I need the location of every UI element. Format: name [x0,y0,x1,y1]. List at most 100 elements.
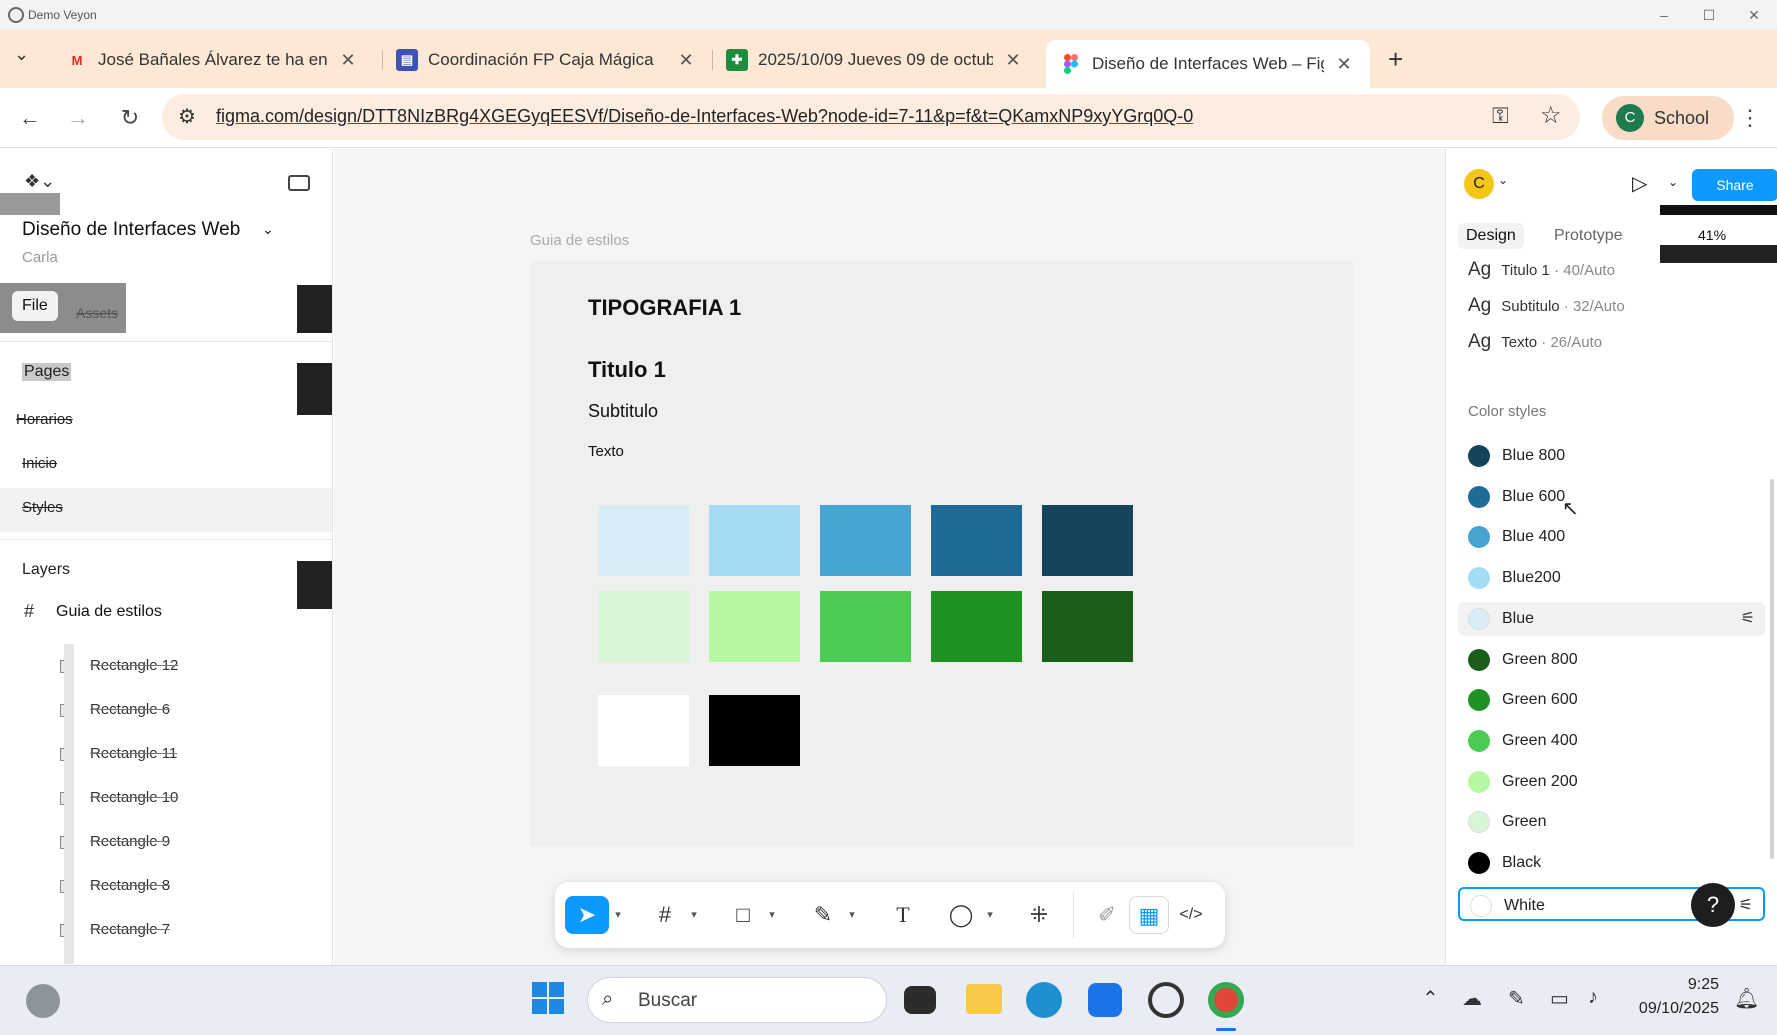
user-avatar[interactable]: C [1464,169,1494,199]
reload-icon[interactable]: ↻ [114,102,146,134]
tab-close-icon[interactable]: ✕ [1001,50,1025,71]
color-style-row[interactable]: Black [1458,846,1765,880]
clock-date[interactable]: 09/10/2025 [1639,1000,1719,1018]
maximize-icon[interactable]: ☐ [1697,4,1721,26]
color-swatch[interactable] [598,505,689,576]
layer-row[interactable]: Rectangle 9 [0,820,332,864]
text-style-row[interactable]: Ag Subtitulo · 32/Auto [1468,295,1625,317]
pen-tool-caret-icon[interactable]: ▾ [845,896,859,934]
typography-heading[interactable]: TIPOGRAFIA 1 [588,295,741,321]
frame-label[interactable]: Guia de estilos [530,232,629,249]
color-style-row[interactable]: Green [1458,805,1765,839]
avatar-chevron-icon[interactable]: ⌄ [1498,173,1508,187]
frame-tool-caret-icon[interactable]: ▾ [687,896,701,934]
color-swatch[interactable] [1042,591,1133,662]
weather-widget-icon[interactable] [26,984,60,1018]
layer-row[interactable]: Rectangle 11 [0,732,332,776]
tab-close-icon[interactable]: ✕ [1332,54,1356,75]
address-bar[interactable]: ⚙ figma.com/design/DTT8NIzBRg4XGEGyqEESV… [162,94,1580,140]
shape-tool-caret-icon[interactable]: ▾ [765,896,779,934]
text-tool-icon[interactable]: T [883,896,923,934]
chrome-browser-icon[interactable] [1208,982,1244,1018]
add-page-button[interactable] [297,363,332,415]
design-mode-icon[interactable]: ▦ [1129,896,1169,934]
taskbar-search[interactable]: ⌕ Buscar [587,977,887,1023]
panel-scrollbar[interactable] [1770,479,1774,859]
typography-texto[interactable]: Texto [588,443,624,460]
bookmark-star-icon[interactable]: ☆ [1540,101,1562,130]
microsoft-store-icon[interactable] [1088,983,1122,1017]
page-item-inicio[interactable]: Inicio [22,455,57,472]
edge-browser-icon[interactable] [1026,982,1062,1018]
file-explorer-icon[interactable] [966,984,1002,1014]
color-style-row[interactable]: Blue200 [1458,561,1765,595]
layers-scroll-track[interactable] [64,644,74,964]
color-swatch[interactable] [931,591,1022,662]
move-tool-caret-icon[interactable]: ▾ [611,896,625,934]
forward-icon[interactable]: → [62,102,94,134]
text-style-row[interactable]: Ag Titulo 1 · 40/Auto [1468,259,1615,281]
color-swatch[interactable] [1042,505,1133,576]
new-tab-button[interactable]: + [1388,44,1403,75]
color-style-row[interactable]: Blue ⚟ [1458,601,1765,636]
rectangle-tool-icon[interactable]: □ [723,896,763,934]
present-play-icon[interactable]: ▷ [1632,171,1647,196]
pen-tool-icon[interactable]: ✎ [803,896,843,934]
color-style-row[interactable]: Blue 400 [1458,520,1765,554]
color-style-row[interactable]: Green 600 [1458,683,1765,717]
present-chevron-icon[interactable]: ⌄ [1668,175,1678,189]
dev-mode-icon[interactable]: </> [1171,896,1211,934]
close-window-icon[interactable]: ✕ [1742,4,1766,26]
tab-forms[interactable]: ▤ Coordinación FP Caja Mágica ✕ [396,40,698,80]
veyon-app-icon[interactable] [1148,982,1184,1018]
tab-sheets[interactable]: ✚ 2025/10/09 Jueves 09 de octub ✕ [726,40,1025,80]
color-style-row[interactable]: Blue 600 [1458,480,1765,514]
layer-frame-guia[interactable]: Guia de estilos [56,603,162,621]
tab-design[interactable]: Design [1458,223,1524,249]
style-guide-frame[interactable]: TIPOGRAFIA 1 Titulo 1 Subtitulo Texto [530,261,1353,846]
color-swatch[interactable] [709,695,800,766]
start-windows-icon[interactable] [530,980,570,1020]
task-view-icon[interactable] [904,986,936,1014]
layer-row[interactable]: Rectangle 7 [0,908,332,952]
color-swatch[interactable] [598,695,689,766]
color-style-row[interactable]: Blue 800 [1458,439,1765,473]
back-icon[interactable]: ← [14,102,46,134]
edit-style-icon[interactable]: ⚟ [1741,608,1755,628]
search-layers-button[interactable] [297,285,332,333]
volume-icon[interactable]: ♪ [1588,986,1598,1009]
network-icon[interactable]: ▭ [1550,986,1569,1011]
figma-menu-icon[interactable]: ❖⌄ [24,171,55,192]
password-key-icon[interactable]: ⚿ [1492,103,1509,129]
onedrive-icon[interactable]: ☁ [1462,986,1482,1011]
actions-tool-icon[interactable]: ⁜ [1019,896,1059,934]
tab-search-chevron-icon[interactable]: ⌄ [14,44,29,65]
layer-row[interactable]: Rectangle 8 [0,864,332,908]
color-swatch[interactable] [709,505,800,576]
layer-row[interactable]: Rectangle 10 [0,776,332,820]
file-menu-chevron-icon[interactable]: ⌄ [262,221,274,238]
comment-tool-icon[interactable]: ◯ [941,896,981,934]
tab-file[interactable]: File [12,291,58,321]
color-style-row[interactable]: Green 200 [1458,765,1765,799]
color-style-row[interactable]: White ⚟? [1458,882,1765,927]
layer-row[interactable]: Rectangle 6 [0,688,332,732]
tab-close-icon[interactable]: ✕ [336,50,360,71]
color-style-row[interactable]: Green 400 [1458,724,1765,758]
move-tool-icon[interactable]: ➤ [565,896,609,934]
clock-time[interactable]: 9:25 [1688,976,1719,994]
minimize-icon[interactable]: – [1652,4,1676,26]
tab-gmail[interactable]: M José Bañales Álvarez te ha envia ✕ [66,40,360,80]
frame-tool-icon[interactable]: # [645,896,685,934]
color-style-row[interactable]: Green 800 [1458,643,1765,677]
color-swatch[interactable] [931,505,1022,576]
tab-prototype[interactable]: Prototype [1546,223,1630,249]
zoom-level[interactable]: 41% [1698,227,1726,243]
edit-style-icon[interactable]: ⚟ [1739,895,1753,915]
help-button[interactable]: ? [1691,882,1735,927]
page-item-horarios[interactable]: Horarios [16,411,73,428]
notifications-icon[interactable]: 🔔︎ [1734,986,1759,1011]
tab-figma[interactable]: Diseño de Interfaces Web – Figr ✕ [1046,40,1370,88]
show-hidden-icons-icon[interactable]: ⌃ [1422,986,1439,1011]
sidebar-toggle-icon[interactable] [288,175,310,191]
